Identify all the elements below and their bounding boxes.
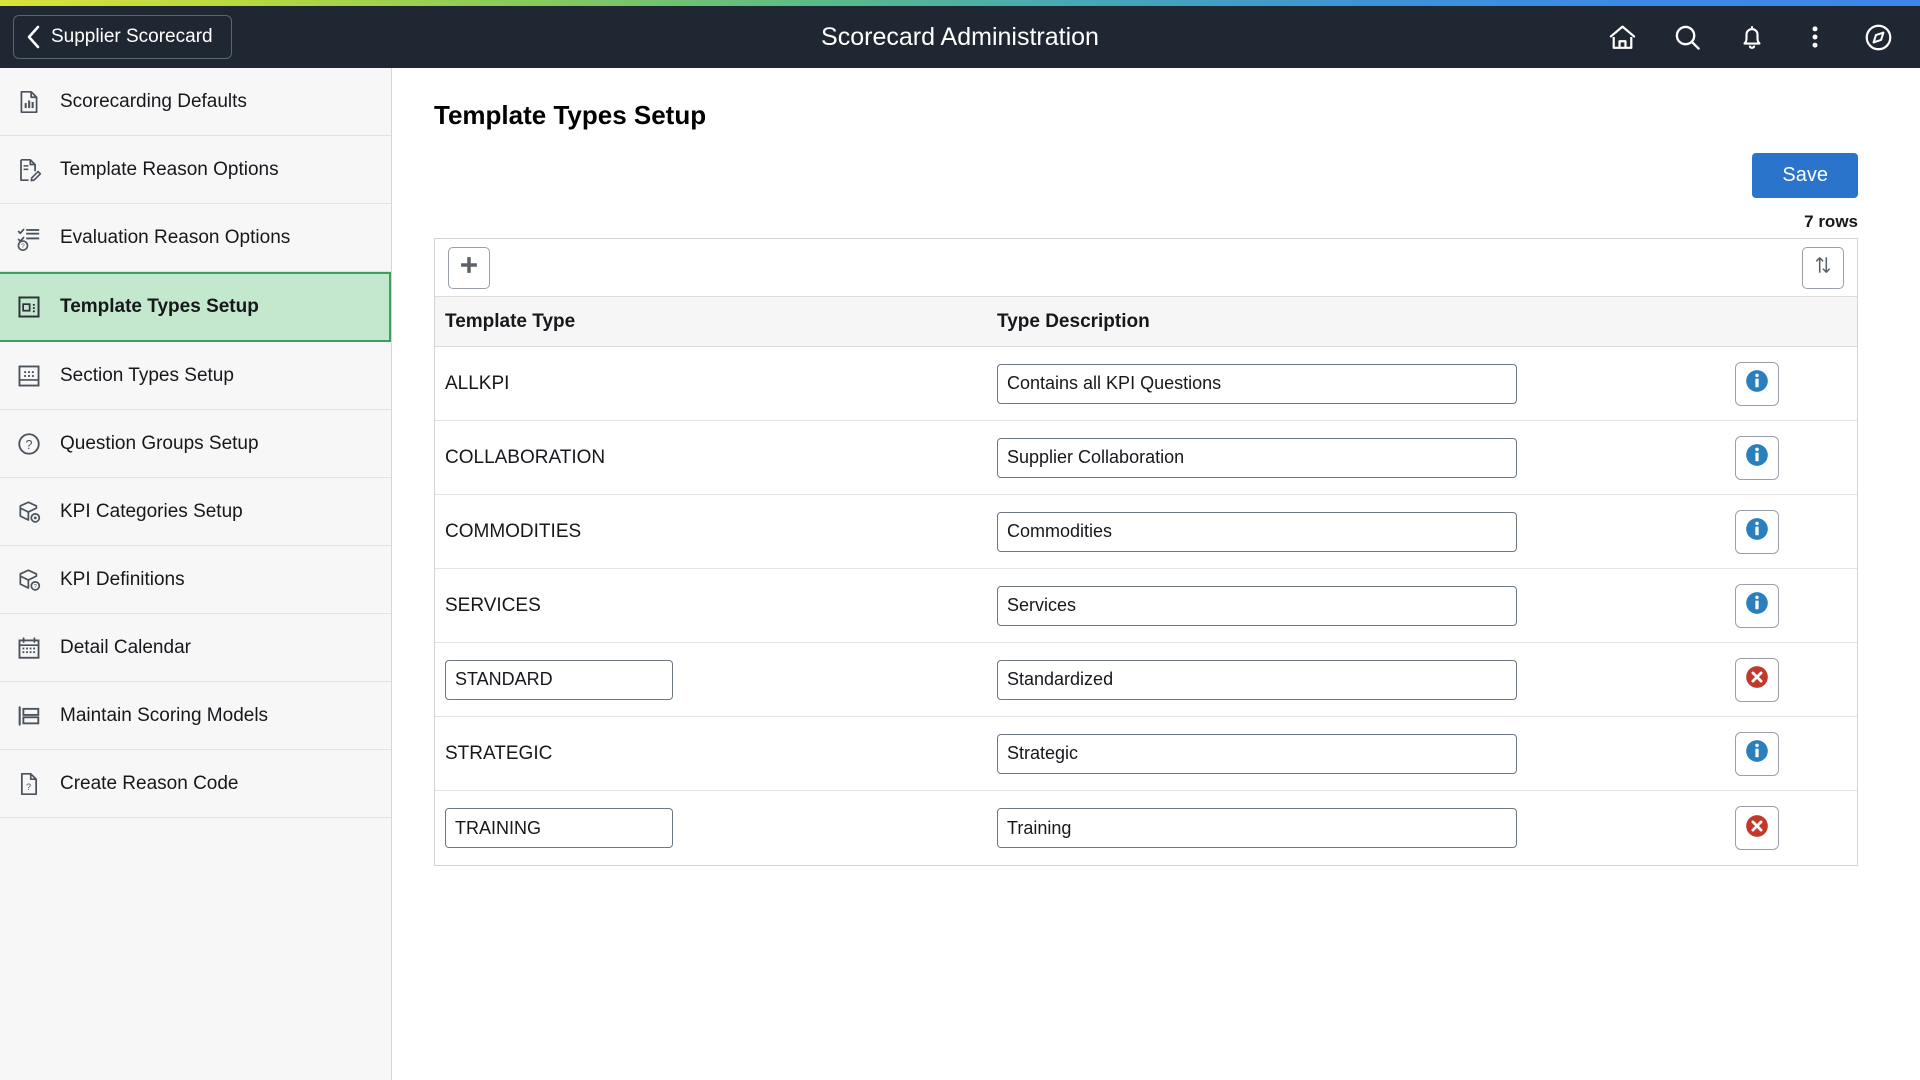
sidebar-item-label: Template Reason Options [60,158,279,180]
template-grid-icon [16,294,42,320]
actions-menu-icon[interactable] [1801,23,1829,51]
row-info-button[interactable] [1735,361,1779,406]
delete-icon [1744,664,1770,695]
table-row: STRATEGIC [435,717,1857,791]
search-icon[interactable] [1672,22,1703,53]
sidebar-item-section-types-setup[interactable]: Section Types Setup [0,342,391,410]
table-row: COLLABORATION [435,421,1857,495]
checklist-question-icon: ? [16,225,42,251]
template-type-text: STRATEGIC [445,742,553,764]
home-icon[interactable] [1607,22,1638,53]
header-icon-group [1607,22,1894,53]
info-icon [1744,516,1770,547]
template-type-text: SERVICES [445,594,541,616]
type-description-input[interactable] [997,808,1517,848]
type-description-input[interactable] [997,511,1517,552]
save-button[interactable]: Save [1752,153,1858,198]
delete-icon [1744,813,1770,844]
sidebar-item-question-groups-setup[interactable]: ? Question Groups Setup [0,410,391,478]
sidebar-item-evaluation-reason-options[interactable]: ? Evaluation Reason Options [0,204,391,272]
grid-toolbar [435,239,1857,297]
section-dots-icon [16,363,42,389]
sidebar-item-label: Section Types Setup [60,364,234,386]
info-icon [1744,368,1770,399]
sort-arrows-icon [1812,254,1834,281]
table-row: COMMODITIES [435,495,1857,569]
row-info-button[interactable] [1735,509,1779,554]
type-description-input[interactable] [997,437,1517,478]
row-delete-button[interactable] [1735,806,1779,850]
sidebar-item-label: Detail Calendar [60,636,191,658]
body-container: Scorecarding Defaults Template Reason Op… [0,68,1920,1080]
main-content: Template Types Setup Save 7 rows Templat… [392,68,1920,1080]
column-header-template-type: Template Type [445,310,576,332]
add-row-button[interactable] [448,246,490,289]
svg-text:?: ? [26,437,33,451]
svg-text:?: ? [21,243,25,250]
template-type-text: COMMODITIES [445,520,582,542]
type-description-input[interactable] [997,659,1517,700]
cube-gear-icon [16,499,42,525]
row-info-button[interactable] [1735,435,1779,480]
sidebar-item-detail-calendar[interactable]: Detail Calendar [0,614,391,682]
type-description-input[interactable] [997,585,1517,626]
sidebar-item-label: Evaluation Reason Options [60,226,291,248]
navigator-compass-icon[interactable] [1863,22,1894,53]
type-description-input[interactable] [997,363,1517,404]
template-type-text: ALLKPI [445,372,510,394]
sidebar-item-label: KPI Categories Setup [60,500,243,522]
info-icon [1744,738,1770,769]
sidebar-item-maintain-scoring-models[interactable]: Maintain Scoring Models [0,682,391,750]
app-header: Supplier Scorecard Scorecard Administrat… [0,6,1920,68]
sidebar-item-label: Scorecarding Defaults [60,90,247,112]
type-description-input[interactable] [997,733,1517,774]
sidebar-item-label: Create Reason Code [60,772,239,794]
page-title: Template Types Setup [434,100,707,130]
row-info-button[interactable] [1735,583,1779,628]
info-icon [1744,442,1770,473]
table-row: SERVICES [435,569,1857,643]
row-delete-button[interactable] [1735,657,1779,702]
sidebar-item-kpi-definitions[interactable]: ? KPI Definitions [0,546,391,614]
sidebar-item-label: KPI Definitions [60,568,185,590]
document-chart-icon [16,89,42,115]
cube-question-icon: ? [16,567,42,593]
grid-body: ALLKPI COLLABORATION COMMODITIES SERVICES ST… [435,347,1857,865]
template-type-text: COLLABORATION [445,446,606,468]
notifications-bell-icon[interactable] [1737,22,1767,52]
column-header-type-description: Type Description [997,310,1150,332]
navigation-sidebar: Scorecarding Defaults Template Reason Op… [0,68,392,1080]
save-button-row: Save [434,153,1858,198]
sidebar-item-label: Template Types Setup [60,296,259,317]
back-button-label: Supplier Scorecard [51,26,213,47]
template-type-input[interactable] [445,659,673,700]
back-to-supplier-scorecard-button[interactable]: Supplier Scorecard [13,15,232,59]
row-count-label: 7 rows [1804,212,1858,231]
grid-header-row: Template Type Type Description [435,297,1857,347]
sidebar-item-label: Question Groups Setup [60,432,259,454]
sidebar-item-label: Maintain Scoring Models [60,704,269,726]
table-row: ALLKPI [435,347,1857,421]
table-row [435,791,1857,865]
sidebar-item-template-reason-options[interactable]: Template Reason Options [0,136,391,204]
scoring-model-icon [16,703,42,729]
back-chevron-icon [26,25,41,49]
row-info-button[interactable] [1735,731,1779,776]
plus-icon [458,254,480,281]
svg-text:?: ? [26,782,31,792]
question-circle-icon: ? [16,431,42,457]
document-question-icon: ? [16,771,42,797]
sidebar-item-scorecarding-defaults[interactable]: Scorecarding Defaults [0,68,391,136]
sort-button[interactable] [1802,246,1844,289]
info-icon [1744,590,1770,621]
sidebar-item-create-reason-code[interactable]: ? Create Reason Code [0,750,391,818]
table-row [435,643,1857,717]
template-type-input[interactable] [445,808,673,848]
sidebar-item-template-types-setup[interactable]: Template Types Setup [0,272,391,342]
document-edit-icon [16,157,42,183]
sidebar-item-kpi-categories-setup[interactable]: KPI Categories Setup [0,478,391,546]
template-types-grid: Template Type Type Description ALLKPI COL… [434,238,1858,866]
calendar-icon [16,635,42,661]
